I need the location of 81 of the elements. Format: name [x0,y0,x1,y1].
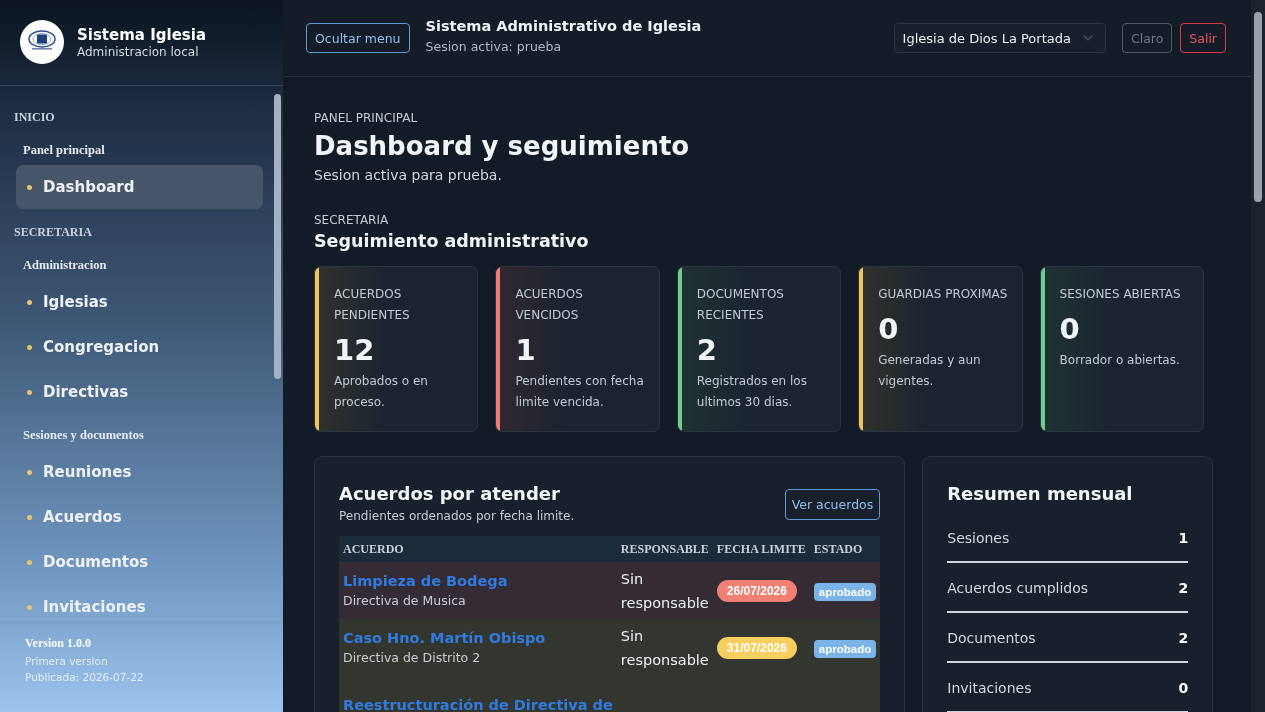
bullet-icon [27,604,32,610]
section-title: Seguimiento administrativo [314,231,590,251]
summary-label: Invitaciones [947,679,1032,696]
group-name: Directiva de Distrito 2 [343,650,482,665]
stat-note: Aprobados o en proceso. [334,373,429,411]
summary-label: Documentos [947,629,1036,646]
group-label: Administracion [22,258,108,274]
panel-title: Resumen mensual [947,483,1134,504]
stat-label: DOCUMENTOS RECIENTES [696,286,785,324]
bullet-icon [27,469,32,475]
panel-title: Acuerdos por atender [339,483,561,504]
deadline-badge: 26/07/2026 [716,579,797,602]
stat-value: 12 [334,333,376,367]
stat-note: Pendientes con fecha limite vencida. [515,373,645,411]
version-label: Version 1.0.0 [25,636,92,651]
summary-value: 0 [1178,679,1189,696]
publish-date: Publicada: 2026-07-22 [25,671,145,683]
section-heading: INICIO [14,110,56,126]
nav-item[interactable]: Dashboard [16,165,263,209]
theme-button[interactable]: Claro [1121,23,1173,53]
responsible-text: Sin responsable [620,570,709,611]
bullet-icon [27,389,32,395]
group-label: Panel principal [22,143,106,159]
bullet-icon [27,559,32,565]
nav-item[interactable]: Iglesias [16,280,263,324]
deadline-badge: 31/07/2026 [716,636,797,659]
section-eyebrow: SECRETARIA [314,213,390,227]
summary-label: Sesiones [947,529,1010,546]
summary-label: Acuerdos cumplidos [947,579,1089,596]
church-select[interactable]: Iglesia de Dios La Portada [893,23,1106,53]
hide-menu-button[interactable]: Ocultar menu [306,23,410,53]
app-subtitle: Administracion local [77,44,200,59]
bullet-icon [27,344,32,350]
page-title: Dashboard y seguimiento [314,131,691,161]
nav-item[interactable]: Reuniones [16,450,263,494]
status-badge: aprobado [813,639,877,658]
nav-item[interactable]: Documentos [16,540,263,584]
section-heading: SECRETARIA [14,225,93,241]
version-note: Primera version [25,655,109,667]
stat-label: SESIONES ABIERTAS [1059,286,1181,303]
stat-label: ACUERDOS PENDIENTES [334,286,411,324]
stat-label: ACUERDOS VENCIDOS [515,286,584,324]
page-eyebrow: PANEL PRINCIPAL [314,111,419,125]
nav-item[interactable]: Congregacion [16,325,263,369]
bullet-icon [27,184,32,190]
column-header: RESPONSABLE [616,536,713,562]
chevron-icon [1082,35,1093,41]
group-label: Sesiones y documentos [22,428,145,444]
status-badge: aprobado [813,582,877,601]
group-name: Directiva de Musica [343,593,467,608]
stat-note: Registrados en los ultimos 30 dias. [696,373,808,411]
summary-value: 2 [1178,629,1189,646]
agreement-link[interactable]: Reestructuración de Directiva de [343,696,613,712]
page-subtitle: Sesion activa para prueba. [314,167,503,183]
panel-subtitle: Pendientes ordenados por fecha limite. [339,509,575,523]
view-agreements-button[interactable]: Ver acuerdos [784,489,881,520]
agreement-link[interactable]: Caso Hno. Martín Obispo [343,630,613,646]
column-header: ESTADO [809,536,881,562]
session-label: Sesion activa: prueba [425,39,563,54]
stat-value: 2 [696,333,718,367]
stat-value: 0 [1059,312,1081,346]
stat-value: 1 [515,333,537,367]
summary-value: 1 [1178,529,1189,546]
logout-button[interactable]: Salir [1180,23,1226,53]
app-title: Sistema Iglesia [77,25,207,44]
stat-note: Generadas y aun vigentes. [878,352,982,390]
summary-value: 2 [1178,579,1189,596]
responsible-text: Sin responsable [620,627,709,668]
stat-value: 0 [878,312,900,346]
nav-item[interactable]: Acuerdos [16,495,263,539]
nav-item[interactable]: Directivas [16,370,263,414]
header-title: Sistema Administrativo de Iglesia [425,18,703,34]
stat-note: Borrador o abiertas. [1059,352,1181,369]
logo-icon [20,20,64,64]
stat-label: GUARDIAS PROXIMAS [878,286,1009,303]
column-header: ACUERDO [339,536,617,562]
column-header: FECHA LIMITE [712,536,810,562]
bullet-icon [27,299,32,305]
bullet-icon [27,514,32,520]
scrollbar[interactable] [1251,0,1265,712]
agreement-link[interactable]: Limpieza de Bodega [343,573,613,589]
